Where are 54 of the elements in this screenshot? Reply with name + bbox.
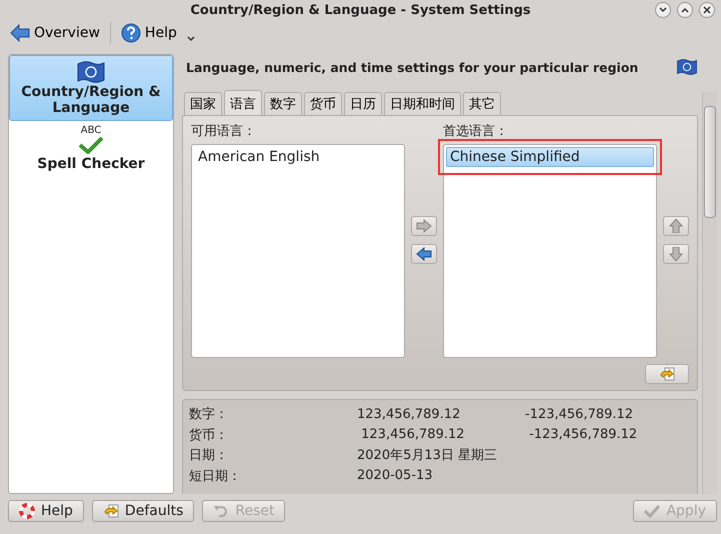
checkmark-icon bbox=[644, 504, 660, 518]
preview-value: -123,456,789.12 bbox=[525, 406, 634, 422]
tab[interactable]: 语言 bbox=[224, 90, 262, 115]
caret-icon[interactable] bbox=[186, 36, 195, 42]
flag-icon bbox=[676, 58, 698, 76]
arrow-icon bbox=[668, 219, 684, 233]
chevron-down-icon bbox=[659, 7, 667, 13]
tab[interactable]: 货币 bbox=[304, 92, 342, 115]
close-button[interactable] bbox=[699, 2, 715, 18]
language-item[interactable]: American English bbox=[194, 147, 402, 167]
list-label: 首选语言： bbox=[443, 123, 509, 140]
checkmark-icon bbox=[78, 136, 104, 154]
tab[interactable]: 国家 bbox=[184, 92, 222, 115]
revert-button[interactable] bbox=[645, 364, 689, 384]
preview-value: 123,456,789.12 bbox=[360, 427, 466, 442]
move-button[interactable] bbox=[411, 244, 437, 264]
preview-label: 货币： bbox=[189, 426, 229, 444]
minimize-button[interactable] bbox=[655, 2, 671, 18]
sidebar-item[interactable]: Country/Region & Language bbox=[9, 55, 173, 121]
lifebuoy-icon bbox=[19, 503, 35, 519]
back-arrow-icon bbox=[10, 24, 30, 42]
help-button[interactable]: Help bbox=[116, 21, 181, 45]
arrow-icon bbox=[416, 247, 432, 261]
undo-icon bbox=[102, 503, 119, 519]
maximize-button[interactable] bbox=[677, 2, 693, 18]
preview-value: 2020-05-13 bbox=[357, 468, 434, 484]
tab[interactable]: 日期和时间 bbox=[384, 92, 461, 115]
help-button[interactable]: Help bbox=[8, 500, 84, 522]
undo-icon bbox=[659, 366, 675, 382]
language-item[interactable]: Chinese Simplified bbox=[446, 147, 654, 167]
tab[interactable]: 其它 bbox=[463, 92, 501, 115]
close-icon bbox=[703, 6, 711, 14]
scrollbar[interactable] bbox=[702, 92, 717, 494]
tab[interactable]: 日历 bbox=[344, 92, 382, 115]
preview-label: 短日期： bbox=[189, 468, 242, 485]
arrow-icon bbox=[668, 247, 684, 261]
list-label: 可用语言： bbox=[191, 123, 257, 140]
preview-value: 2020年5月13日 星期三 bbox=[357, 447, 498, 464]
preview-label: 日期： bbox=[189, 447, 229, 464]
page-header: Language, numeric, and time settings for your particular region bbox=[186, 60, 638, 74]
flag-icon bbox=[76, 60, 106, 84]
preview-value: 123,456,789.12 bbox=[357, 406, 462, 422]
abc-label: ABC bbox=[80, 126, 102, 136]
preview-label: 数字： bbox=[189, 406, 229, 424]
chevron-up-icon bbox=[681, 7, 689, 13]
back-button[interactable]: Overview bbox=[6, 22, 104, 44]
help-icon bbox=[120, 23, 141, 43]
sidebar-item[interactable]: ABC Spell Checker bbox=[9, 121, 173, 177]
tab[interactable]: 数字 bbox=[264, 92, 302, 115]
window-title: Country/Region & Language - System Settings bbox=[190, 2, 531, 18]
preview-value: -123,456,789.12 bbox=[528, 427, 638, 442]
arrow-icon bbox=[416, 219, 432, 233]
defaults-button[interactable]: Defaults bbox=[92, 500, 194, 522]
undo-icon bbox=[213, 503, 230, 519]
